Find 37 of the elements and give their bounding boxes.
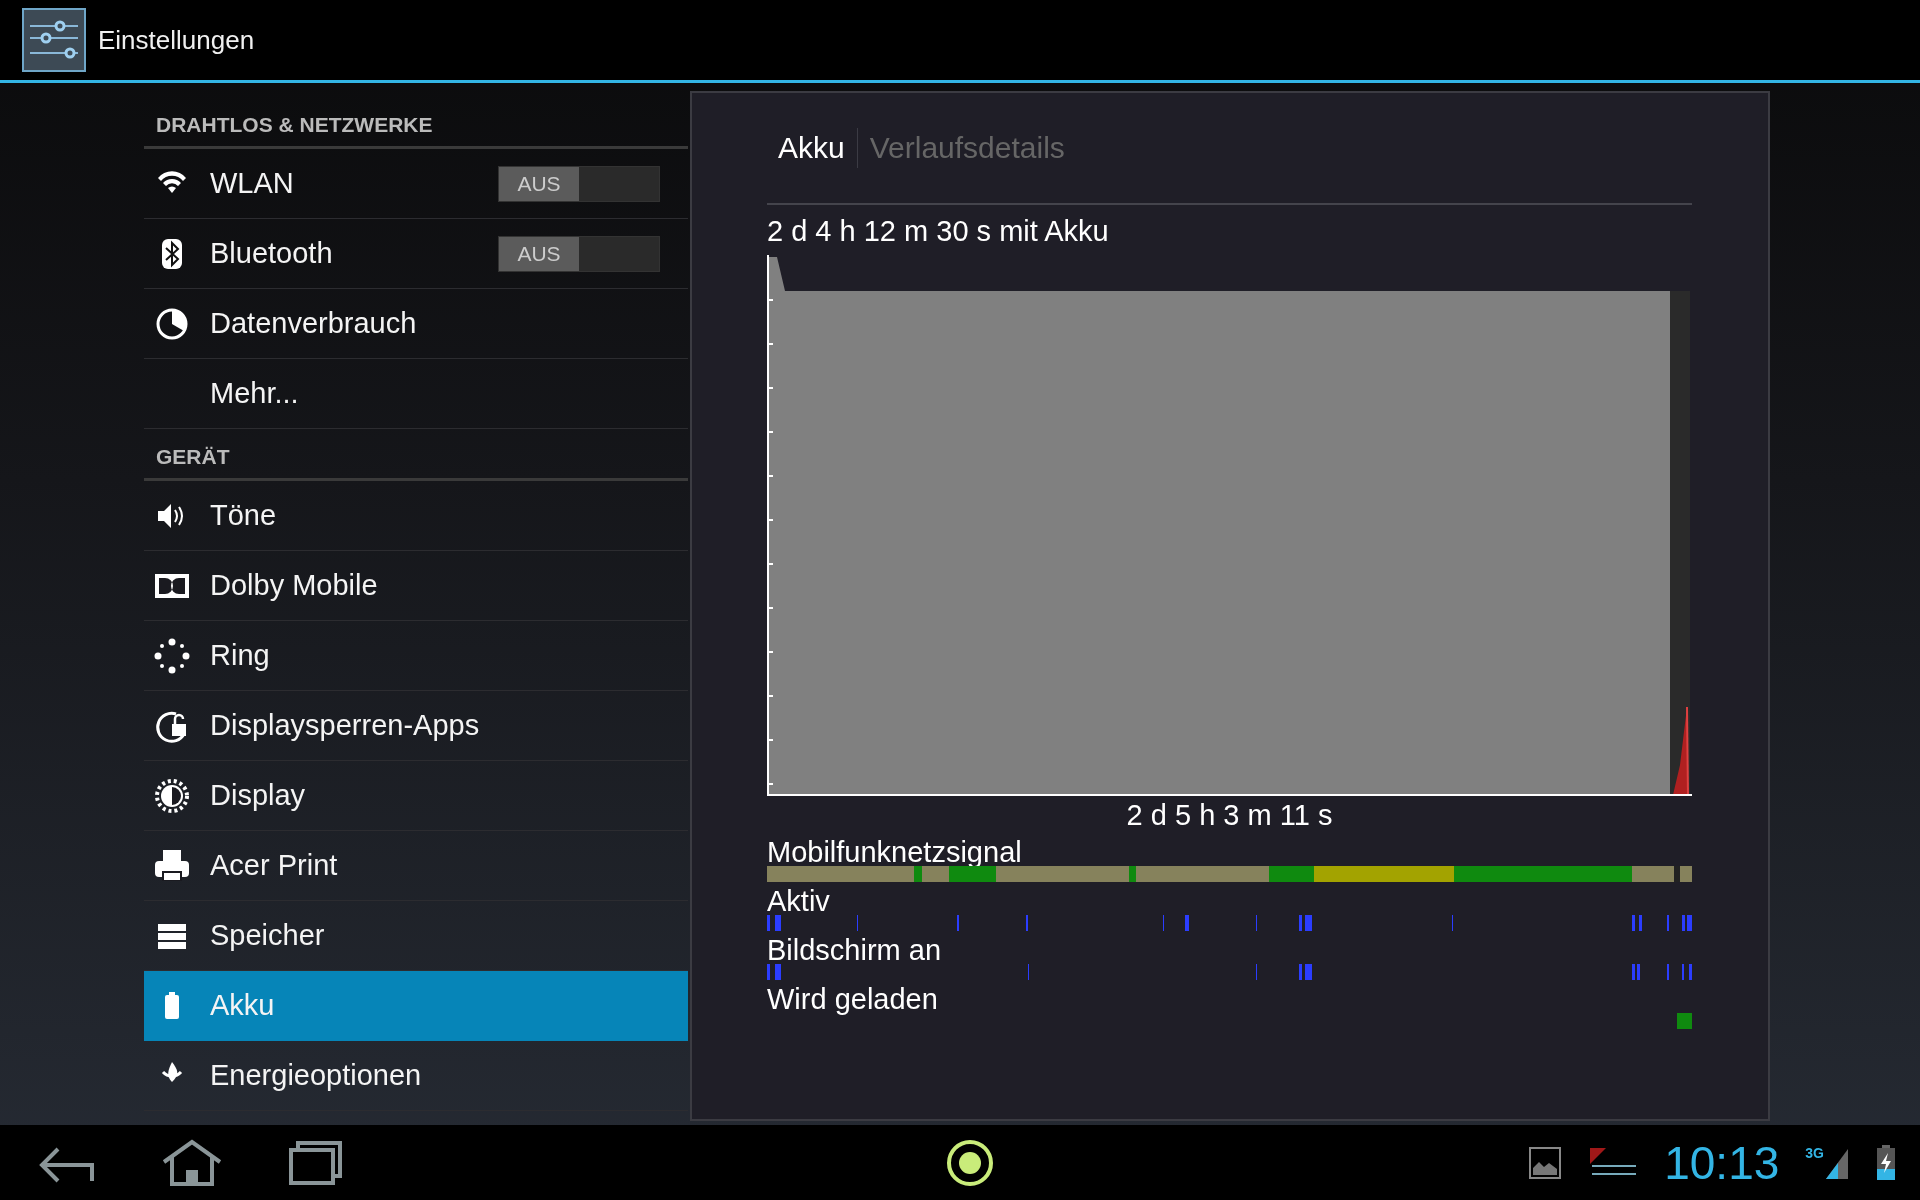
- settings-item[interactable]: Dolby Mobile: [144, 551, 688, 621]
- settings-item[interactable]: Bluetooth AUS: [144, 219, 688, 289]
- settings-item[interactable]: Mehr...: [144, 359, 688, 429]
- tab[interactable]: Akku: [778, 131, 857, 165]
- settings-item[interactable]: Energieoptionen: [144, 1041, 688, 1111]
- printer-icon: [154, 847, 190, 884]
- battery-charging-icon: [1876, 1144, 1896, 1181]
- brightness-icon: [154, 777, 190, 814]
- settings-item[interactable]: Akku: [144, 971, 688, 1041]
- recent-apps-icon[interactable]: [288, 1139, 344, 1186]
- charging-marker: [1677, 1013, 1692, 1029]
- section-header: GERÄT: [144, 429, 688, 481]
- clock: 10:13: [1664, 1135, 1780, 1190]
- toggle-switch[interactable]: AUS: [498, 235, 660, 272]
- settings-item[interactable]: Ring: [144, 621, 688, 691]
- settings-item[interactable]: Display: [144, 761, 688, 831]
- section-header: DRAHTLOS & NETZWERKE: [144, 97, 688, 149]
- settings-item[interactable]: Displaysperren-Apps: [144, 691, 688, 761]
- network-type: 3G: [1805, 1144, 1824, 1161]
- timeline-label: Bildschirm an: [767, 933, 943, 967]
- timeline-label: Mobilfunknetzsignal: [767, 835, 1023, 869]
- battery-summary: 2 d 4 h 12 m 30 s mit Akku: [767, 215, 1110, 249]
- timeline-label: Wird geladen: [767, 982, 939, 1016]
- settings-icon: [22, 8, 86, 72]
- image-icon: [1528, 1145, 1563, 1180]
- toggle-switch[interactable]: AUS: [498, 165, 660, 202]
- battery-icon: [165, 992, 179, 1019]
- circle-icon[interactable]: [945, 1137, 995, 1188]
- settings-item[interactable]: WLAN AUS: [144, 149, 688, 219]
- time-axis-label: 2 d 5 h 3 m 11 s: [1125, 799, 1334, 833]
- ring-icon: [154, 637, 190, 674]
- settings-item[interactable]: Töne: [144, 481, 688, 551]
- settings-item[interactable]: Acer Print: [144, 831, 688, 901]
- app-title: Einstellungen: [98, 24, 255, 56]
- home-icon[interactable]: [160, 1137, 224, 1188]
- timeline-label: Aktiv: [767, 884, 831, 918]
- settings-item[interactable]: Datenverbrauch: [144, 289, 688, 359]
